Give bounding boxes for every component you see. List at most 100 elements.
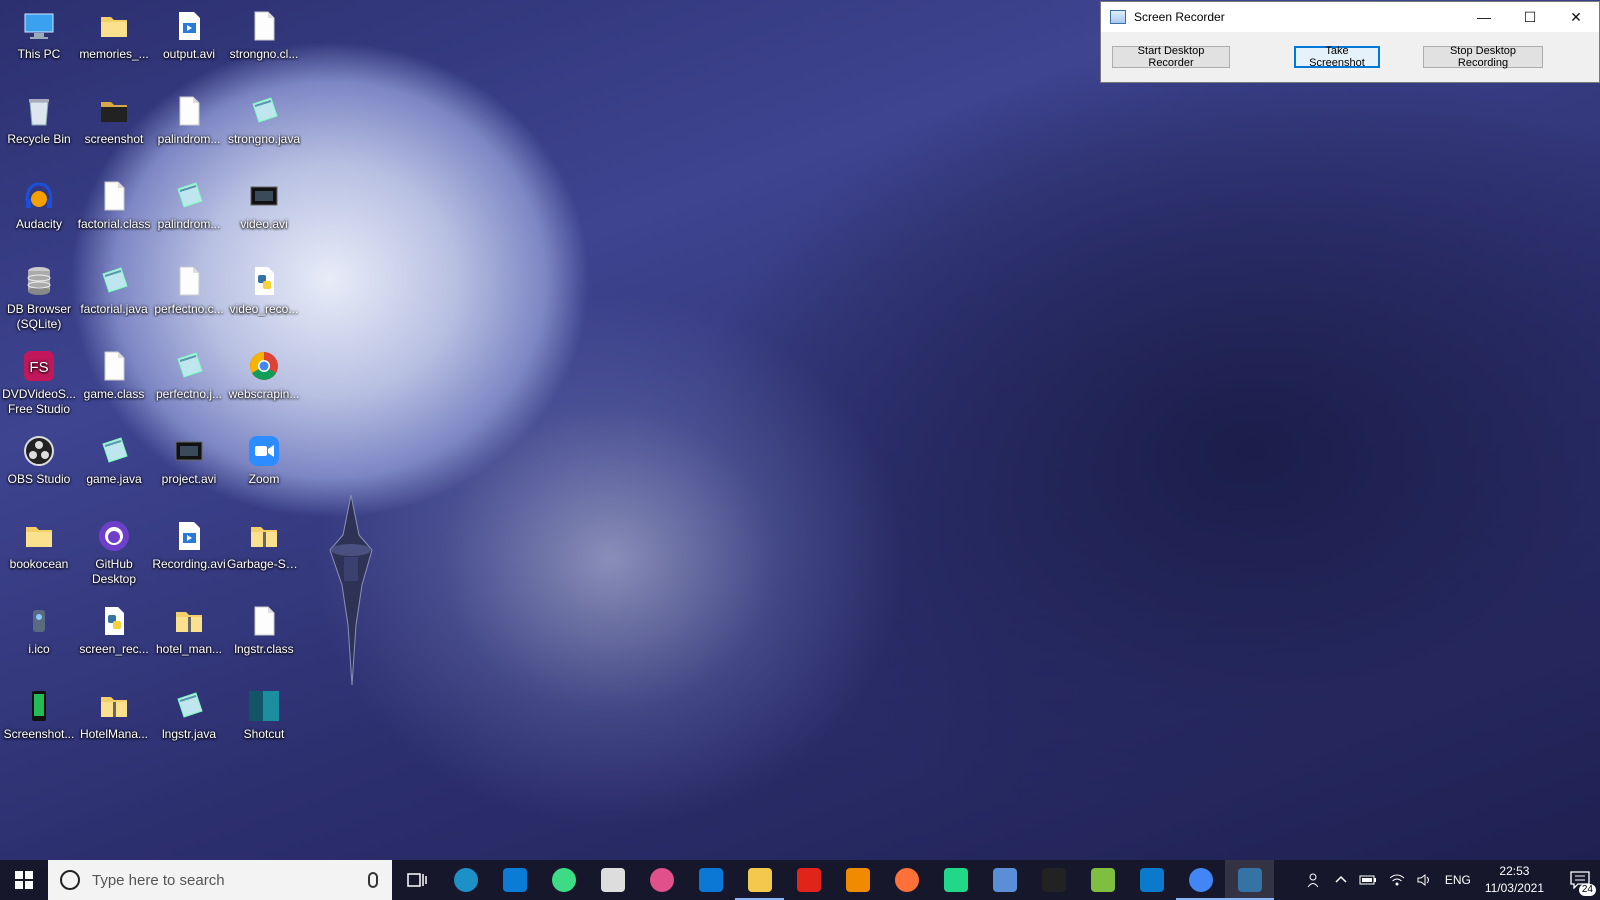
desktop-icon-label: project.avi (161, 472, 217, 486)
desktop-icon-zoom[interactable]: Zoom (226, 428, 302, 508)
desktop-icon-label: Recycle Bin (7, 132, 71, 146)
system-tray: ENG 22:53 11/03/2021 24 (1301, 860, 1600, 900)
taskbar-app-store[interactable] (490, 860, 539, 900)
desktop-icon-video-avi[interactable]: video.avi (226, 173, 302, 253)
file-icon (247, 9, 281, 43)
maximize-button[interactable]: ☐ (1507, 2, 1553, 32)
desktop-icon-screen-recorder-py[interactable]: screen_rec... (76, 598, 152, 678)
desktop-icon-perfectno-class[interactable]: perfectno.c... (151, 258, 227, 338)
video-file-icon (172, 9, 206, 43)
desktop-icon-i-ico[interactable]: i.ico (1, 598, 77, 678)
desktop-icon-factorial-java[interactable]: factorial.java (76, 258, 152, 338)
taskbar-app-pycharm[interactable] (931, 860, 980, 900)
window-titlebar[interactable]: Screen Recorder — ☐ ✕ (1101, 2, 1599, 32)
desktop-icon-lngstr-java[interactable]: lngstr.java (151, 683, 227, 763)
close-button[interactable]: ✕ (1553, 2, 1599, 32)
freestudio-icon: FS (22, 349, 56, 383)
minimize-button[interactable]: — (1461, 2, 1507, 32)
desktop-icon-screenshot-folder[interactable]: screenshot (76, 88, 152, 168)
desktop-icon-recording-avi[interactable]: Recording.avi (151, 513, 227, 593)
chevron-up-icon[interactable] (1335, 874, 1347, 886)
image-file-icon (22, 604, 56, 638)
start-desktop-recorder-button[interactable]: Start Desktop Recorder (1112, 45, 1230, 69)
taskbar-app-python[interactable] (1225, 860, 1274, 900)
taskbar-app-gallery[interactable] (980, 860, 1029, 900)
volume-icon[interactable] (1417, 873, 1433, 887)
taskbar-app-firefox[interactable] (882, 860, 931, 900)
desktop-icon-this-pc[interactable]: This PC (1, 3, 77, 83)
desktop-icon-output-avi[interactable]: output.avi (151, 3, 227, 83)
battery-icon[interactable] (1359, 874, 1377, 886)
desktop-icon-video-recorder-py[interactable]: video_reco... (226, 258, 302, 338)
taskbar-app-vlc[interactable] (833, 860, 882, 900)
stop-desktop-recording-button[interactable]: Stop Desktop Recording (1423, 45, 1543, 69)
taskbar-app-mail[interactable] (686, 860, 735, 900)
wifi-icon[interactable] (1389, 873, 1405, 887)
desktop-icon-label: screen_rec... (79, 642, 149, 656)
desktop-icon-garbage-separation[interactable]: Garbage-Se... (226, 513, 302, 593)
desktop-icon-game-java[interactable]: game.java (76, 428, 152, 508)
desktop-icon-hotelmanagement[interactable]: HotelMana... (76, 683, 152, 763)
clock[interactable]: 22:53 11/03/2021 (1485, 863, 1544, 897)
python-file-icon (247, 264, 281, 298)
desktop-icon-dvdvideosoft[interactable]: FS DVDVideoS... Free Studio (1, 343, 77, 423)
desktop-icon-db-browser[interactable]: DB Browser (SQLite) (1, 258, 77, 338)
file-icon (172, 94, 206, 128)
desktop-icon-factorial-class[interactable]: factorial.class (76, 173, 152, 253)
take-screenshot-button[interactable]: Take Screenshot (1294, 45, 1380, 69)
java-file-icon (97, 264, 131, 298)
desktop-icon-screenshot-file[interactable]: Screenshot... (1, 683, 77, 763)
file-icon (97, 349, 131, 383)
desktop-icon-webscraping[interactable]: webscrapin... (226, 343, 302, 423)
android-studio-icon (551, 868, 576, 892)
taskbar-app-notepad[interactable] (1078, 860, 1127, 900)
desktop-icon-label: game.class (83, 387, 145, 401)
desktop-icon-perfectno-java[interactable]: perfectno.j... (151, 343, 227, 423)
desktop-icon-audacity[interactable]: Audacity (1, 173, 77, 253)
desktop-icon-label: memories_... (79, 47, 149, 61)
desktop-icon-palindrome-java[interactable]: palindrom... (151, 173, 227, 253)
taskbar-app-cmd[interactable] (1029, 860, 1078, 900)
notepad-icon (1090, 868, 1115, 892)
microphone-icon[interactable] (368, 872, 378, 888)
window-title: Screen Recorder (1134, 10, 1225, 24)
desktop-icon-strongno-class[interactable]: strongno.cl... (226, 3, 302, 83)
people-icon[interactable] (1307, 872, 1323, 888)
taskbar-app-android-studio[interactable] (539, 860, 588, 900)
video-thumbnail-icon (247, 179, 281, 213)
taskbar-app-file-explorer[interactable] (735, 860, 784, 900)
taskbar-app-edge[interactable] (441, 860, 490, 900)
java-file-icon (172, 689, 206, 723)
desktop-icon-hotel-management[interactable]: hotel_man... (151, 598, 227, 678)
language-indicator[interactable]: ENG (1445, 873, 1471, 887)
paint3d-icon (649, 868, 674, 892)
taskbar-app-task-view[interactable] (392, 860, 441, 900)
desktop-icon-game-class[interactable]: game.class (76, 343, 152, 423)
obs-icon (22, 434, 56, 468)
desktop-icon-strongno-java[interactable]: strongno.java (226, 88, 302, 168)
desktop-icon-label-line2: (SQLite) (16, 317, 62, 331)
python-icon (1237, 868, 1262, 892)
taskbar-app-reader[interactable] (588, 860, 637, 900)
taskbar-search-box[interactable]: Type here to search (48, 860, 392, 900)
desktop-icon-memories-folder[interactable]: memories_... (76, 3, 152, 83)
taskbar-app-acrobat[interactable] (784, 860, 833, 900)
desktop-icon-obs-studio[interactable]: OBS Studio (1, 428, 77, 508)
desktop-icon-palindrome-class[interactable]: palindrom... (151, 88, 227, 168)
desktop-icon-bookocean-folder[interactable]: bookocean (1, 513, 77, 593)
desktop-icon-shotcut[interactable]: Shotcut (226, 683, 302, 763)
taskbar-app-vscode[interactable] (1127, 860, 1176, 900)
taskbar-app-chrome[interactable] (1176, 860, 1225, 900)
desktop-icon-recycle-bin[interactable]: Recycle Bin (1, 88, 77, 168)
pycharm-icon (943, 868, 968, 892)
desktop-icon-github-desktop[interactable]: GitHub Desktop (76, 513, 152, 593)
desktop-icon-label: Screenshot... (3, 727, 75, 741)
taskbar-app-paint3d[interactable] (637, 860, 686, 900)
start-button[interactable] (0, 860, 48, 900)
folder-icon (22, 519, 56, 553)
desktop-icon-project-avi[interactable]: project.avi (151, 428, 227, 508)
acrobat-icon (796, 868, 821, 892)
desktop-icon-label-line2: Free Studio (7, 402, 71, 416)
action-center-button[interactable]: 24 (1560, 860, 1600, 900)
desktop-icon-lngstr-class[interactable]: lngstr.class (226, 598, 302, 678)
